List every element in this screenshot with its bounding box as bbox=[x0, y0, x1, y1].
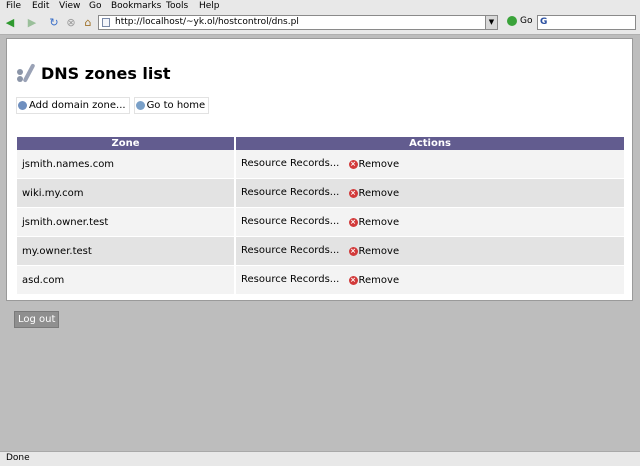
go-icon bbox=[507, 16, 517, 26]
menu-tools[interactable]: Tools bbox=[166, 0, 188, 12]
url-text: http://localhost/~yk.ol/hostcontrol/dns.… bbox=[115, 17, 299, 27]
remove-icon: × bbox=[348, 160, 358, 169]
zone-name: my.owner.test bbox=[17, 236, 236, 266]
menu-bar: File Edit View Go Bookmarks Tools Help bbox=[0, 0, 640, 12]
page-title: DNS zones list bbox=[41, 63, 171, 83]
remove-icon: × bbox=[348, 218, 358, 227]
resource-records-link[interactable]: Resource Records... bbox=[241, 187, 339, 198]
go-button[interactable]: Go bbox=[507, 16, 532, 26]
status-text: Done bbox=[6, 453, 30, 463]
add-domain-zone-label: Add domain zone... bbox=[29, 100, 126, 111]
actions-cell: Resource Records... × Remove bbox=[235, 265, 624, 295]
page-actions: Add domain zone... Go to home bbox=[16, 97, 210, 114]
zone-name: jsmith.owner.test bbox=[17, 207, 236, 237]
menu-file[interactable]: File bbox=[6, 0, 21, 12]
resource-records-link[interactable]: Resource Records... bbox=[241, 158, 339, 169]
zones-table: Zone Actions jsmith.names.com Resource R… bbox=[17, 137, 624, 295]
back-icon[interactable]: ◀ bbox=[3, 15, 17, 29]
remove-icon: × bbox=[348, 276, 358, 285]
remove-icon: × bbox=[348, 189, 358, 198]
forward-icon[interactable]: ▶ bbox=[25, 15, 39, 29]
remove-button[interactable]: × Remove bbox=[348, 188, 400, 199]
zone-name: asd.com bbox=[17, 265, 236, 295]
remove-label: Remove bbox=[358, 275, 400, 286]
remove-button[interactable]: × Remove bbox=[348, 159, 400, 170]
remove-label: Remove bbox=[358, 188, 400, 199]
page-content: DNS zones list Add domain zone... Go to … bbox=[6, 38, 633, 301]
column-header-actions: Actions bbox=[235, 137, 624, 150]
table-header-row: Zone Actions bbox=[17, 137, 624, 150]
google-icon: G bbox=[540, 17, 548, 27]
zone-name: wiki.my.com bbox=[17, 178, 236, 208]
search-input[interactable]: G bbox=[537, 15, 636, 30]
table-row: wiki.my.com Resource Records... × Remove bbox=[17, 178, 624, 208]
zone-name: jsmith.names.com bbox=[17, 150, 236, 179]
column-header-zone: Zone bbox=[17, 137, 236, 150]
menu-bookmarks[interactable]: Bookmarks bbox=[111, 0, 161, 12]
table-row: jsmith.names.com Resource Records... × Re… bbox=[17, 150, 624, 179]
resource-records-link[interactable]: Resource Records... bbox=[241, 274, 339, 285]
url-bar[interactable]: http://localhost/~yk.ol/hostcontrol/dns.… bbox=[98, 15, 498, 30]
url-dropdown-icon[interactable]: ▼ bbox=[485, 16, 497, 29]
status-bar: Done bbox=[0, 451, 640, 466]
go-label: Go bbox=[520, 16, 533, 26]
remove-button[interactable]: × Remove bbox=[348, 275, 400, 286]
menu-go[interactable]: Go bbox=[89, 0, 101, 12]
menu-view[interactable]: View bbox=[59, 0, 80, 12]
table-row: asd.com Resource Records... × Remove bbox=[17, 265, 624, 295]
resource-records-link[interactable]: Resource Records... bbox=[241, 245, 339, 256]
actions-cell: Resource Records... × Remove bbox=[235, 150, 624, 179]
table-row: my.owner.test Resource Records... × Remov… bbox=[17, 236, 624, 266]
reload-icon[interactable]: ↻ bbox=[47, 15, 61, 29]
remove-button[interactable]: × Remove bbox=[348, 217, 400, 228]
remove-icon: × bbox=[348, 247, 358, 256]
home-link-icon bbox=[135, 101, 145, 110]
remove-label: Remove bbox=[358, 159, 400, 170]
go-to-home-label: Go to home bbox=[146, 100, 206, 111]
dns-logo-icon bbox=[16, 63, 38, 83]
menu-edit[interactable]: Edit bbox=[32, 0, 49, 12]
home-icon[interactable]: ⌂ bbox=[81, 15, 95, 29]
add-domain-zone-button[interactable]: Add domain zone... bbox=[16, 97, 130, 114]
add-zone-icon bbox=[18, 101, 27, 110]
remove-label: Remove bbox=[358, 246, 400, 257]
remove-label: Remove bbox=[358, 217, 400, 228]
resource-records-link[interactable]: Resource Records... bbox=[241, 216, 339, 227]
go-to-home-button[interactable]: Go to home bbox=[133, 97, 210, 114]
logout-button[interactable]: Log out bbox=[14, 311, 60, 328]
actions-cell: Resource Records... × Remove bbox=[235, 178, 624, 208]
menu-help[interactable]: Help bbox=[199, 0, 220, 12]
table-row: jsmith.owner.test Resource Records... × R… bbox=[17, 207, 624, 237]
actions-cell: Resource Records... × Remove bbox=[235, 236, 624, 266]
page-icon bbox=[102, 18, 110, 27]
page-heading: DNS zones list bbox=[16, 63, 171, 83]
remove-button[interactable]: × Remove bbox=[348, 246, 400, 257]
navigation-toolbar: ◀ ▶ ↻ ⊗ ⌂ http://localhost/~yk.ol/hostco… bbox=[0, 12, 640, 35]
stop-icon[interactable]: ⊗ bbox=[64, 15, 78, 29]
actions-cell: Resource Records... × Remove bbox=[235, 207, 624, 237]
